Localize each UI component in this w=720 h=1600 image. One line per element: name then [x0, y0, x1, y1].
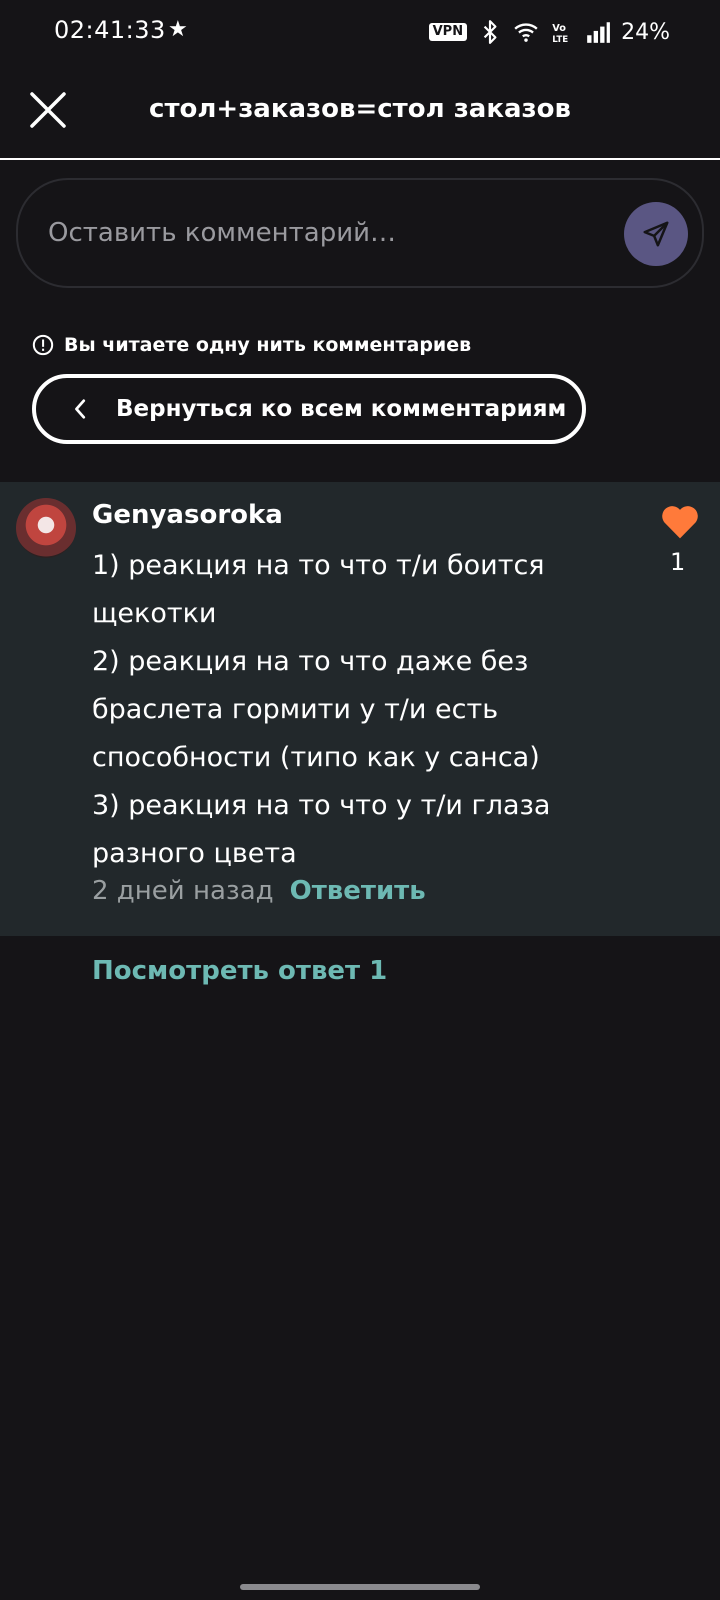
like-count: 1 — [670, 548, 686, 576]
status-icons: VPN Vo LTE 24% — [428, 14, 670, 50]
thread-notice: Вы читаете одну нить комментариев — [32, 334, 471, 356]
avatar[interactable] — [16, 498, 76, 558]
heart-icon[interactable] — [660, 504, 700, 540]
vpn-icon: VPN — [428, 23, 468, 41]
header: стол+заказов=стол заказов — [0, 64, 720, 160]
back-button-label: Вернуться ко всем комментариям — [116, 396, 567, 422]
bluetooth-icon — [483, 20, 497, 44]
comment-line: 1) реакция на то что т/и боится щекотки — [92, 550, 545, 629]
wifi-icon — [514, 23, 538, 42]
comment-meta: 2 дней назад Ответить — [92, 876, 426, 906]
home-indicator[interactable] — [240, 1584, 480, 1590]
volte-icon: Vo LTE — [552, 23, 568, 45]
back-to-all-comments-button[interactable]: Вернуться ко всем комментариям — [32, 374, 586, 444]
svg-text:LTE: LTE — [552, 35, 568, 45]
comment-line: 2) реакция на то что даже без браслета г… — [92, 646, 540, 773]
comment-text: 1) реакция на то что т/и боится щекотки … — [92, 542, 612, 878]
status-bar: 02:41:33 ★ VPN Vo LTE 24% — [0, 0, 720, 64]
comment-line: 3) реакция на то что у т/и глаза разного… — [92, 790, 551, 869]
view-replies-link[interactable]: Посмотреть ответ 1 — [92, 956, 387, 986]
thread-notice-text: Вы читаете одну нить комментариев — [64, 334, 472, 356]
info-icon — [32, 334, 54, 356]
page-title: стол+заказов=стол заказов — [149, 94, 571, 124]
signal-icon — [587, 22, 611, 43]
comment-time: 2 дней назад — [92, 876, 274, 906]
reply-button[interactable]: Ответить — [290, 876, 426, 906]
svg-text:Vo: Vo — [552, 23, 566, 34]
chevron-left-icon — [75, 399, 86, 419]
comment-input[interactable] — [48, 210, 608, 256]
battery-percent: 24% — [621, 19, 670, 45]
send-button[interactable] — [624, 202, 688, 266]
send-icon — [643, 221, 669, 247]
comment-box — [16, 178, 704, 288]
status-time: 02:41:33 — [54, 16, 166, 44]
comment-author[interactable]: Genyasoroka — [92, 500, 283, 530]
star-icon: ★ — [168, 17, 188, 42]
comment-item: Genyasoroka 1) реакция на то что т/и бои… — [0, 482, 720, 936]
